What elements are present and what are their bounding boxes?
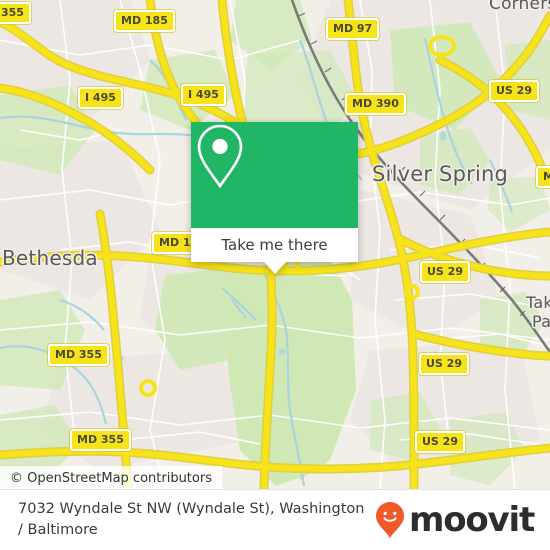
take-me-there-button[interactable]: Take me there bbox=[221, 236, 327, 254]
shield-md-97[interactable]: MD 97 bbox=[326, 18, 380, 40]
popup-footer[interactable]: Take me there bbox=[191, 228, 358, 274]
moovit-pin-icon bbox=[375, 502, 404, 538]
shield-md-390[interactable]: MD 390 bbox=[345, 93, 406, 115]
place-label-bethesda: Bethesda bbox=[2, 246, 98, 270]
moovit-logo[interactable]: moovit bbox=[375, 501, 550, 539]
shield-us-29-b[interactable]: US 29 bbox=[420, 261, 470, 283]
place-label-takoma-park-line2: Pa bbox=[532, 312, 550, 331]
place-label-four-corners: Corners bbox=[489, 0, 550, 14]
map-pin-icon bbox=[197, 124, 243, 189]
map-canvas[interactable]: Bethesda Silver Spring Corners Tak Pa 35… bbox=[0, 0, 550, 489]
shield-md-185[interactable]: MD 185 bbox=[114, 10, 175, 32]
shield-us-29-d[interactable]: US 29 bbox=[415, 431, 465, 453]
place-label-silver-spring: Silver Spring bbox=[372, 162, 509, 186]
map-screenshot: Bethesda Silver Spring Corners Tak Pa 35… bbox=[0, 0, 550, 550]
shield-i-495-a[interactable]: I 495 bbox=[78, 87, 123, 109]
shield-md-355-c[interactable]: MD 355 bbox=[70, 429, 131, 451]
shield-i-495-b[interactable]: I 495 bbox=[181, 84, 226, 106]
footer-bar: 7032 Wyndale St NW (Wyndale St), Washing… bbox=[0, 489, 550, 550]
osm-attribution[interactable]: © OpenStreetMap contributors bbox=[0, 466, 222, 489]
shield-md-355-b[interactable]: MD 355 bbox=[48, 344, 109, 366]
shield-md-edge[interactable]: M bbox=[536, 166, 550, 188]
popup-header bbox=[191, 122, 358, 228]
shield-md-355-a[interactable]: 355 bbox=[0, 2, 31, 24]
address-label: 7032 Wyndale St NW (Wyndale St), Washing… bbox=[18, 501, 365, 538]
shield-us-29-c[interactable]: US 29 bbox=[419, 353, 469, 375]
shield-us-29-a[interactable]: US 29 bbox=[489, 80, 539, 102]
location-popup-card[interactable]: Take me there bbox=[191, 122, 358, 274]
moovit-wordmark: moovit bbox=[408, 500, 535, 540]
place-label-takoma-park-line1: Tak bbox=[526, 293, 550, 312]
popup-tail-pointer bbox=[263, 262, 286, 274]
